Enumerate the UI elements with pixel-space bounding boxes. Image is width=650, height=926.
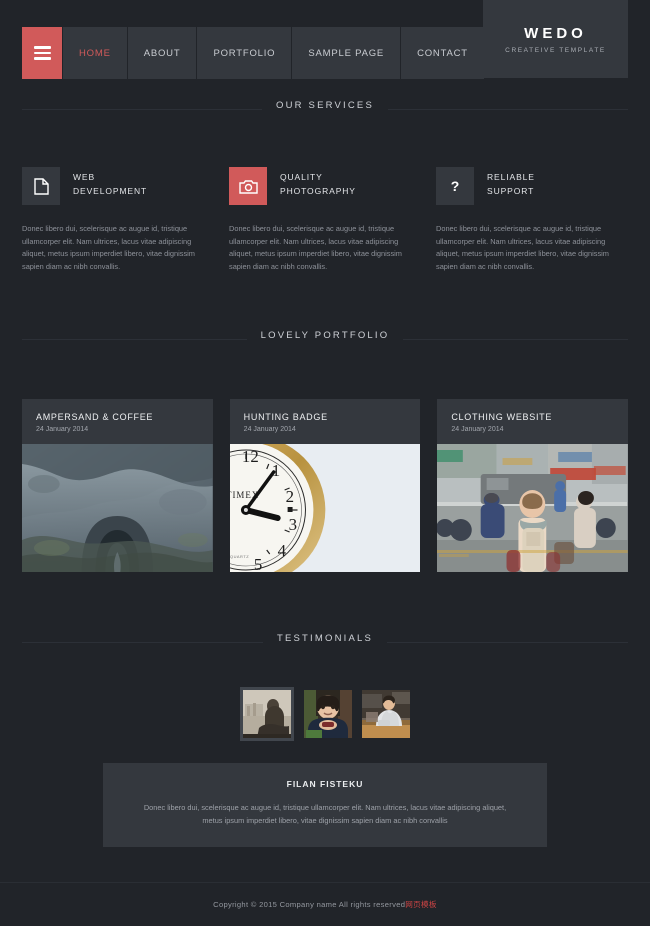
service-title-line2: SUPPORT xyxy=(487,186,535,196)
service-title-line2: DEVELOPMENT xyxy=(73,186,148,196)
template-credit-link[interactable]: 网页模板 xyxy=(405,900,437,909)
timex-clock-face-photo: 12 1 2 3 4 5 TIMEX QUARTZ xyxy=(229,444,421,573)
service-title-line1: RELIABLE xyxy=(487,172,535,182)
page-root: HOME ABOUT PORTFOLIO SAMPLE PAGE CONTACT… xyxy=(0,0,650,926)
service-title: RELIABLE SUPPORT xyxy=(487,167,535,198)
nav-label: CONTACT xyxy=(417,47,468,59)
testimonial-thumbnail-list xyxy=(0,687,650,742)
service-title-line1: WEB xyxy=(73,172,96,182)
service-description: Donec libero dui, scelerisque ac augue i… xyxy=(436,224,609,271)
hamburger-menu-button[interactable] xyxy=(22,27,62,79)
nav-label: ABOUT xyxy=(143,47,181,59)
section-title: LOVELY PORTFOLIO xyxy=(246,330,404,342)
site-header: HOME ABOUT PORTFOLIO SAMPLE PAGE CONTACT… xyxy=(0,0,650,95)
portfolio-date: 24 January 2014 xyxy=(36,426,89,434)
service-description: Donec libero dui, scelerisque ac augue i… xyxy=(229,224,402,271)
portfolio-card-header: HUNTING BADGE 24 January 2014 xyxy=(230,399,421,444)
portfolio-list: AMPERSAND & COFFEE 24 January 2014 HUNTI… xyxy=(0,399,650,573)
service-title-line2: PHOTOGRAPHY xyxy=(280,186,356,196)
service-card-reliable-support: ? RELIABLE SUPPORT Donec libero dui, sce… xyxy=(436,167,621,273)
copyright-label: Copyright © 2015 Company name All rights… xyxy=(213,900,406,909)
portfolio-date: 24 January 2014 xyxy=(243,426,296,434)
service-title: WEB DEVELOPMENT xyxy=(73,167,147,198)
nav-item-sample-page[interactable]: SAMPLE PAGE xyxy=(292,27,401,79)
logo-subtitle: CREATEIVE TEMPLATE xyxy=(505,46,606,54)
question-mark-glyph: ? xyxy=(450,178,460,194)
nav-item-portfolio[interactable]: PORTFOLIO xyxy=(197,27,292,79)
services-section-heading: OUR SERVICES xyxy=(0,95,650,119)
service-title-line1: QUALITY xyxy=(280,172,323,182)
svg-text:5: 5 xyxy=(254,555,262,572)
question-mark-icon: ? xyxy=(436,167,474,205)
services-list: WEB DEVELOPMENT Donec libero dui, sceler… xyxy=(0,167,650,273)
street-backpacker-photo xyxy=(437,444,629,573)
nav-label: PORTFOLIO xyxy=(213,47,276,59)
section-title: TESTIMONIALS xyxy=(262,633,388,645)
testimonial-thumbnail-3[interactable] xyxy=(362,690,410,739)
hamburger-icon xyxy=(33,43,51,63)
nav-label: HOME xyxy=(79,47,111,59)
svg-text:4: 4 xyxy=(277,541,286,560)
site-footer: Copyright © 2015 Company name All rights… xyxy=(0,882,650,926)
camera-icon xyxy=(229,167,267,205)
service-card-quality-photography: QUALITY PHOTOGRAPHY Donec libero dui, sc… xyxy=(229,167,414,273)
service-title: QUALITY PHOTOGRAPHY xyxy=(280,167,356,198)
svg-text:3: 3 xyxy=(288,515,296,534)
portfolio-date: 24 January 2014 xyxy=(451,426,504,434)
man-at-desk-photo xyxy=(362,690,410,739)
svg-text:QUARTZ: QUARTZ xyxy=(230,554,249,559)
testimonial-thumbnail-2[interactable] xyxy=(304,690,352,739)
woman-smiling-photo xyxy=(304,690,352,739)
nav-label: SAMPLE PAGE xyxy=(308,47,385,59)
copyright-text: Copyright © 2015 Company name All rights… xyxy=(213,899,437,910)
testimonials-section-heading: TESTIMONIALS xyxy=(0,628,650,652)
nav-item-about[interactable]: ABOUT xyxy=(127,27,197,79)
testimonial-author: FILAN FISTEKU xyxy=(286,779,364,790)
nav-item-home[interactable]: HOME xyxy=(63,27,127,79)
main-navigation: HOME ABOUT PORTFOLIO SAMPLE PAGE CONTACT xyxy=(22,27,484,79)
portfolio-card-header: CLOTHING WEBSITE 24 January 2014 xyxy=(437,399,628,444)
portfolio-card-hunting-badge[interactable]: HUNTING BADGE 24 January 2014 12 1 2 3 4… xyxy=(229,399,421,573)
portfolio-section-heading: LOVELY PORTFOLIO xyxy=(0,325,650,349)
portfolio-card-header: AMPERSAND & COFFEE 24 January 2014 xyxy=(22,399,213,444)
testimonial-thumbnail-1[interactable] xyxy=(240,687,294,742)
service-header: ? RELIABLE SUPPORT xyxy=(436,167,621,205)
sepia-man-sitting-photo xyxy=(243,690,291,739)
portfolio-card-ampersand-coffee[interactable]: AMPERSAND & COFFEE 24 January 2014 xyxy=(22,399,213,573)
service-header: QUALITY PHOTOGRAPHY xyxy=(229,167,414,205)
portfolio-card-clothing-website[interactable]: CLOTHING WEBSITE 24 January 2014 xyxy=(437,399,629,573)
portfolio-title: AMPERSAND & COFFEE xyxy=(36,412,154,423)
service-card-web-development: WEB DEVELOPMENT Donec libero dui, sceler… xyxy=(22,167,207,273)
rock-arch-landscape-photo xyxy=(22,444,213,573)
portfolio-title: HUNTING BADGE xyxy=(243,412,328,423)
nav-item-contact[interactable]: CONTACT xyxy=(401,27,484,79)
svg-text:12: 12 xyxy=(242,447,259,466)
service-header: WEB DEVELOPMENT xyxy=(22,167,207,205)
service-description: Donec libero dui, scelerisque ac augue i… xyxy=(22,224,195,271)
section-title: OUR SERVICES xyxy=(261,100,389,111)
svg-text:2: 2 xyxy=(285,487,293,506)
document-icon xyxy=(22,167,60,205)
testimonial-quote: FILAN FISTEKU Donec libero dui, sceleris… xyxy=(103,763,547,848)
site-logo[interactable]: WEDO CREATEIVE TEMPLATE xyxy=(483,0,628,78)
logo-title: WEDO xyxy=(524,24,587,42)
testimonial-text: Donec libero dui, scelerisque ac augue i… xyxy=(143,803,507,826)
portfolio-title: CLOTHING WEBSITE xyxy=(451,412,553,423)
